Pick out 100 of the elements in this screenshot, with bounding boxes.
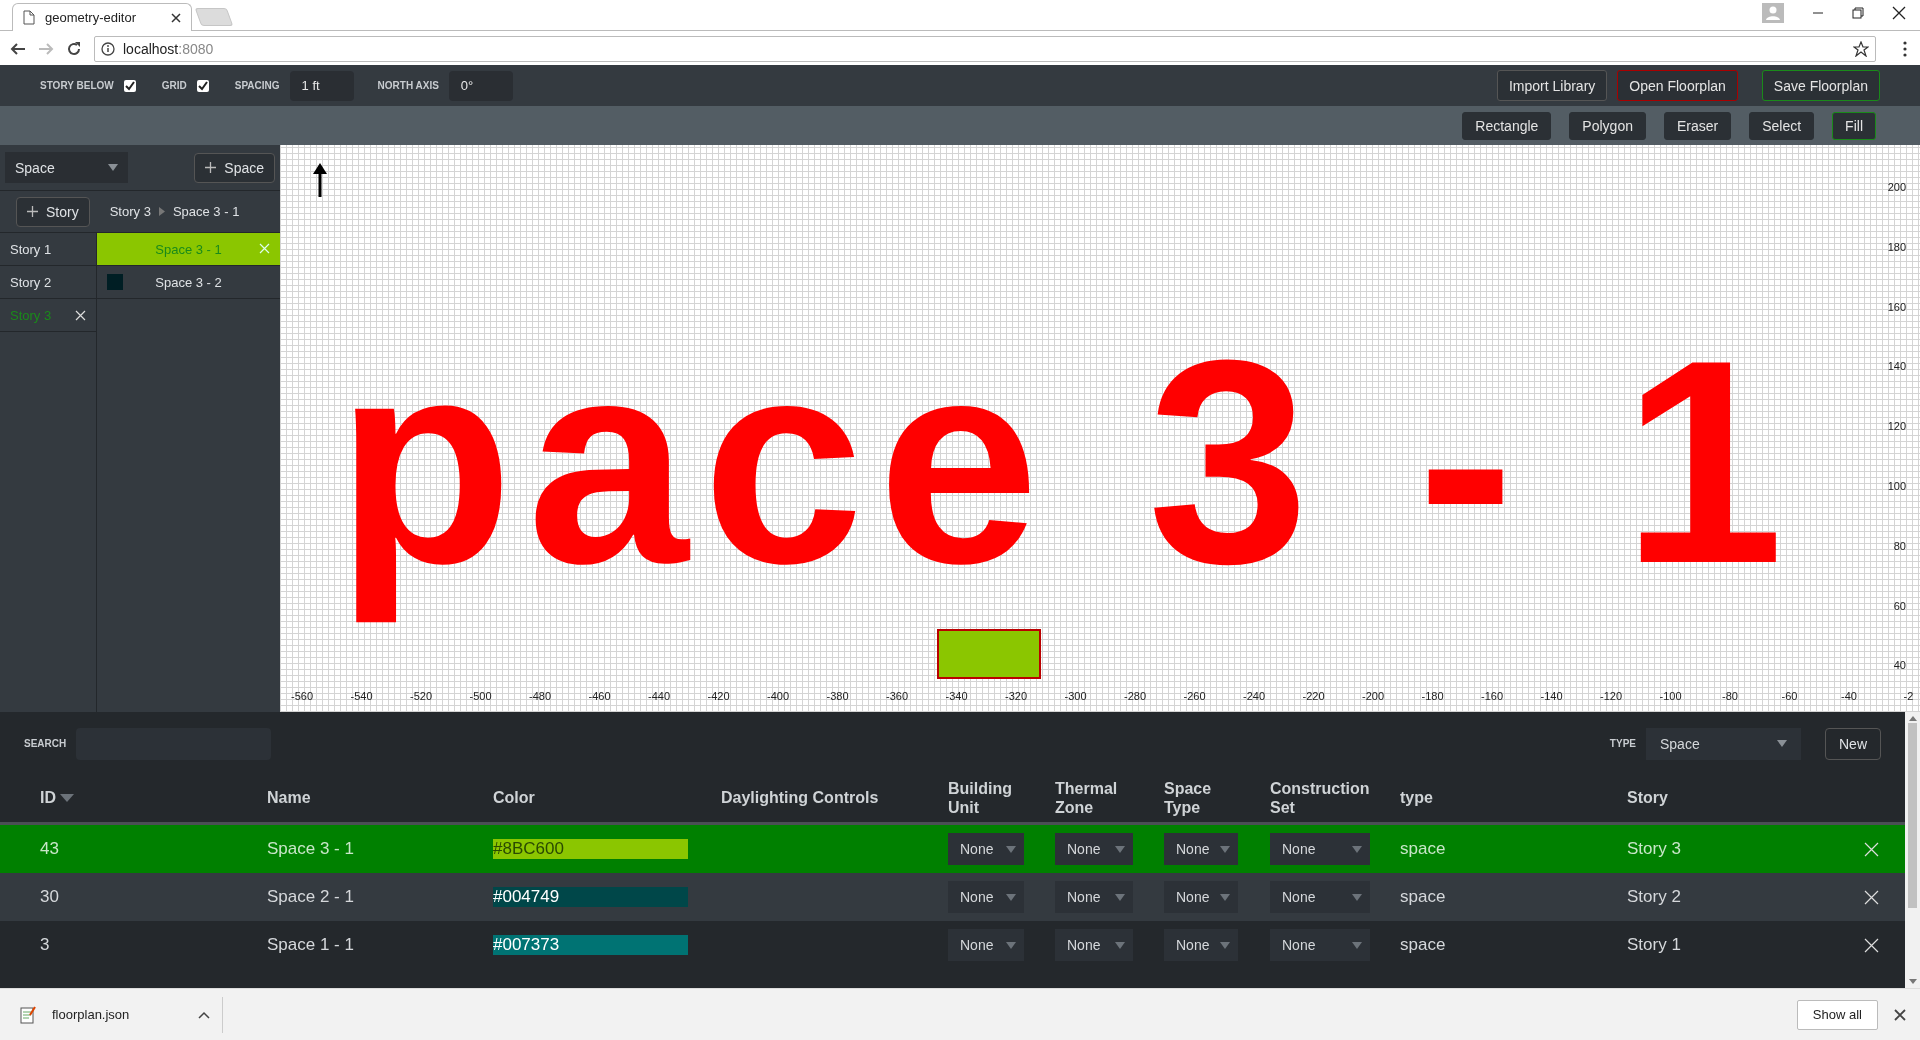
dropdown[interactable]: None xyxy=(1055,929,1133,961)
search-label: SEARCH xyxy=(24,738,67,749)
table-cell: space xyxy=(1400,935,1446,955)
browser-tab[interactable]: geometry-editor xyxy=(12,3,192,31)
column-header[interactable]: Daylighting Controls xyxy=(721,789,879,808)
restore-icon[interactable] xyxy=(1852,7,1864,19)
tool-button[interactable]: Select xyxy=(1749,111,1815,140)
color-field[interactable]: #8BC600 xyxy=(493,839,688,859)
caret-icon xyxy=(1220,893,1230,901)
color-field[interactable]: #004749 xyxy=(493,887,688,907)
column-header[interactable]: ID xyxy=(40,789,74,808)
dropdown[interactable]: None xyxy=(1055,881,1133,913)
tool-button[interactable]: Eraser xyxy=(1663,111,1732,140)
caret-icon xyxy=(1115,893,1125,901)
dropdown[interactable]: None xyxy=(948,929,1024,961)
space-item[interactable]: Space 3 - 2 xyxy=(97,266,280,299)
close-icon[interactable] xyxy=(1892,6,1906,20)
reload-icon[interactable] xyxy=(66,40,82,57)
dropdown[interactable]: None xyxy=(1164,833,1238,865)
toggle-label: GRID xyxy=(161,80,187,91)
axis-label: -80 xyxy=(1722,690,1738,702)
axis-label: -500 xyxy=(469,690,492,702)
type-label: TYPE xyxy=(1609,738,1636,749)
dropdown[interactable]: None xyxy=(1270,881,1370,913)
axis-label: -220 xyxy=(1302,690,1325,702)
story-item[interactable]: Story 1 xyxy=(0,233,96,266)
file-name[interactable]: floorplan.json xyxy=(52,1007,130,1022)
dropdown-value: None xyxy=(960,937,994,953)
axis-label: 40 xyxy=(1893,659,1906,672)
dropdown[interactable]: None xyxy=(948,833,1024,865)
scrollbar[interactable] xyxy=(1905,712,1920,988)
table-cell: Story 3 xyxy=(1627,839,1681,859)
axis-label: 60 xyxy=(1893,599,1906,612)
axis-label: -60 xyxy=(1781,690,1798,702)
dropdown[interactable]: None xyxy=(1270,929,1370,961)
toolbar-button[interactable]: Open Floorplan xyxy=(1617,70,1738,101)
input-field[interactable]: 0° xyxy=(448,70,513,101)
checkbox[interactable] xyxy=(196,79,209,92)
story-name: Story 1 xyxy=(10,241,53,257)
mode-dropdown[interactable]: Space xyxy=(5,152,128,183)
axis-label: -320 xyxy=(1005,690,1027,702)
scroll-down-icon[interactable] xyxy=(1908,979,1917,984)
caret-icon xyxy=(1115,845,1125,853)
column-header[interactable]: Construction Set xyxy=(1270,780,1375,817)
dropdown[interactable]: None xyxy=(948,881,1024,913)
input-field[interactable]: 1 ft xyxy=(289,70,354,101)
show-all-button[interactable]: Show all xyxy=(1796,999,1878,1030)
column-header[interactable]: Color xyxy=(493,789,535,808)
story-name: Story 2 xyxy=(10,274,53,290)
menu-icon[interactable] xyxy=(1903,40,1907,57)
breadcrumb-item[interactable]: Space 3 - 1 xyxy=(172,204,240,219)
new-button[interactable]: New xyxy=(1825,727,1881,760)
space-name: Space 3 - 2 xyxy=(155,274,222,290)
back-icon[interactable] xyxy=(10,41,26,56)
column-header[interactable]: type xyxy=(1400,789,1433,808)
column-header[interactable]: Story xyxy=(1627,789,1668,808)
toolbar-button[interactable]: Import Library xyxy=(1496,70,1608,101)
column-header[interactable]: Name xyxy=(267,789,311,808)
tool-button[interactable]: Fill xyxy=(1832,111,1876,140)
add-story-button[interactable]: Story xyxy=(16,196,90,227)
axis-label: -120 xyxy=(1600,690,1622,702)
dropdown-value: None xyxy=(1176,889,1210,905)
dropdown-value: Space xyxy=(15,159,55,176)
column-header[interactable]: Space Type xyxy=(1164,780,1245,817)
add-space-button[interactable]: Space xyxy=(194,152,275,183)
dropdown[interactable]: None xyxy=(1270,833,1370,865)
table-row[interactable]: 30 Space 2 - 1 #004749 None None None None space Story 2 xyxy=(0,873,1905,921)
toolbar-button[interactable]: Save Floorplan xyxy=(1761,70,1880,101)
caret-icon[interactable] xyxy=(198,1010,210,1019)
axis-label: -100 xyxy=(1659,690,1682,702)
dropdown-value: None xyxy=(1067,889,1101,905)
dropdown[interactable]: None xyxy=(1055,833,1133,865)
breadcrumb-item[interactable]: Story 3 xyxy=(109,204,151,219)
axis-label: -400 xyxy=(767,690,789,702)
caret-icon xyxy=(1220,941,1230,949)
checkbox[interactable] xyxy=(123,79,136,92)
tool-button[interactable]: Rectangle xyxy=(1462,111,1552,140)
table-row[interactable]: 43 Space 3 - 1 #8BC600 None None None None space Story 3 xyxy=(0,825,1905,873)
space-name: Space 3 - 1 xyxy=(155,241,222,257)
plus-icon xyxy=(27,206,38,217)
close-icon[interactable] xyxy=(171,12,181,23)
scroll-up-icon[interactable] xyxy=(1908,716,1917,721)
scroll-thumb[interactable] xyxy=(1908,723,1917,908)
dropdown-value: None xyxy=(1176,841,1210,857)
axis-label: -360 xyxy=(886,690,908,702)
dropdown[interactable]: None xyxy=(1164,881,1238,913)
column-header[interactable]: Building Unit xyxy=(948,780,1030,817)
star-icon[interactable] xyxy=(1853,40,1869,57)
close-icon[interactable] xyxy=(1894,1008,1906,1021)
axis-label: -160 xyxy=(1481,690,1503,702)
column-header[interactable]: Thermal Zone xyxy=(1055,780,1139,817)
color-field[interactable]: #007373 xyxy=(493,935,688,955)
axis-label: -340 xyxy=(945,690,968,702)
dropdown[interactable]: None xyxy=(1164,929,1238,961)
tool-button[interactable]: Polygon xyxy=(1569,111,1646,140)
delete-icon[interactable] xyxy=(1864,889,1879,905)
type-dropdown[interactable]: Space xyxy=(1646,727,1801,760)
story-item[interactable]: Story 2 xyxy=(0,266,96,299)
delete-icon[interactable] xyxy=(1864,937,1879,953)
axis-label: 100 xyxy=(1887,480,1906,492)
